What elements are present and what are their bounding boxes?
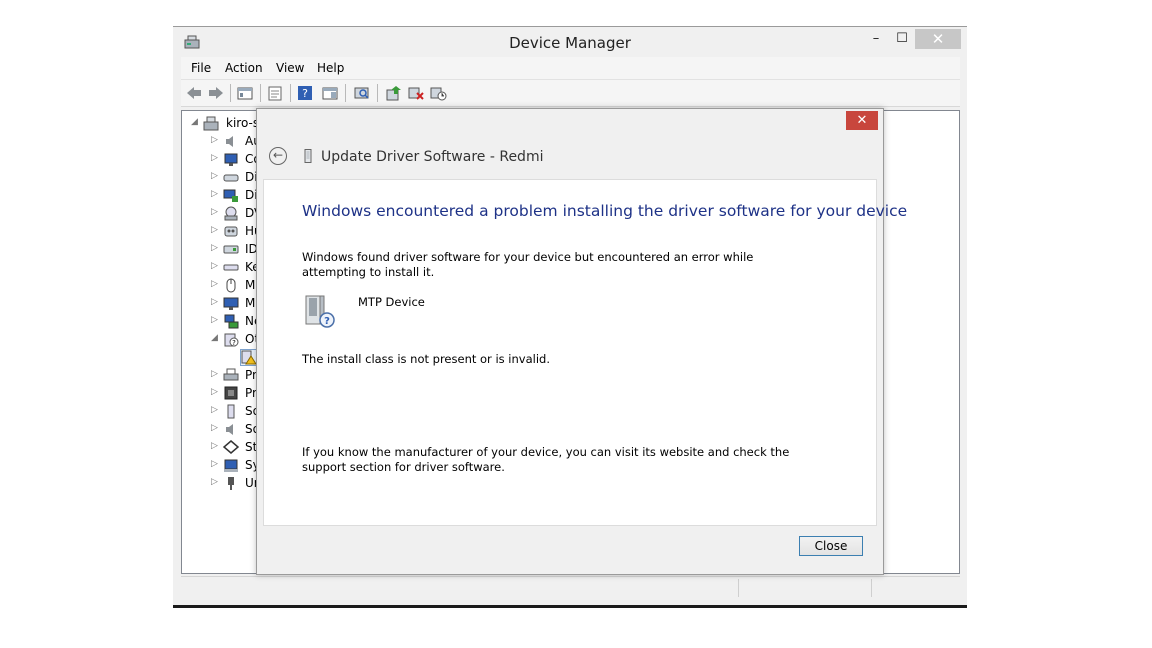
minimize-button[interactable]: –: [865, 29, 887, 49]
expand-arrow-icon[interactable]: ▷: [211, 189, 218, 199]
expand-arrow-icon[interactable]: ▷: [211, 477, 218, 487]
error-heading: Windows encountered a problem installing…: [302, 202, 908, 220]
svg-text:?: ?: [232, 339, 236, 347]
error-detail: The install class is not present or is i…: [302, 352, 550, 366]
expand-arrow-icon[interactable]: ▷: [211, 153, 218, 163]
collapse-arrow-icon[interactable]: ◢: [211, 333, 218, 343]
toolbar-separator: [345, 84, 346, 102]
expand-arrow-icon[interactable]: ▷: [211, 225, 218, 235]
disk-drive-icon: [223, 174, 239, 182]
manufacturer-hint: If you know the manufacturer of your dev…: [302, 445, 790, 474]
dvd-drive-icon: [224, 206, 238, 221]
expand-arrow-icon[interactable]: ▷: [211, 297, 218, 307]
system-device-icon: [224, 459, 238, 472]
expand-arrow-icon[interactable]: ▷: [211, 369, 218, 379]
uninstall-icon[interactable]: [407, 84, 425, 102]
menu-file[interactable]: File: [191, 61, 211, 75]
mtp-device-icon: ?: [305, 295, 335, 328]
expand-arrow-icon[interactable]: ▷: [211, 441, 218, 451]
update-driver-dialog: ✕ ← Update Driver Software - Redmi Windo…: [256, 108, 907, 575]
warning-device-icon: [240, 349, 258, 366]
properties-icon[interactable]: [266, 84, 284, 102]
device-name: MTP Device: [358, 295, 425, 309]
dialog-close-x-button[interactable]: ✕: [846, 111, 878, 130]
close-button[interactable]: Close: [799, 536, 863, 556]
toolbar-separator: [260, 84, 261, 102]
expand-arrow-icon[interactable]: ▷: [211, 207, 218, 217]
usb-controller-icon: [228, 477, 234, 490]
enable-device-icon[interactable]: [429, 84, 447, 102]
update-driver-icon[interactable]: [385, 84, 403, 102]
back-button[interactable]: ←: [269, 147, 287, 165]
expand-arrow-icon[interactable]: ▷: [211, 279, 218, 289]
expand-arrow-icon[interactable]: ▷: [211, 459, 218, 469]
dialog-footer: Close: [263, 527, 877, 567]
dialog-title: Update Driver Software - Redmi: [321, 149, 544, 165]
mouse-icon: [226, 278, 236, 293]
status-separator: [871, 579, 872, 597]
action-pane-icon[interactable]: [321, 84, 339, 102]
ide-controller-icon: [223, 245, 239, 254]
storage-controller-icon: [223, 440, 239, 454]
speaker-icon: [226, 424, 233, 435]
toolbar: ?: [181, 80, 960, 107]
menu-action[interactable]: Action: [225, 61, 263, 75]
expand-arrow-icon[interactable]: ▷: [211, 171, 218, 181]
window-title: Device Manager: [509, 34, 631, 52]
expand-arrow-icon[interactable]: ▷: [211, 387, 218, 397]
menu-help[interactable]: Help: [317, 61, 344, 75]
monitor-icon: [224, 153, 238, 166]
phone-device-icon: [304, 149, 312, 163]
dialog-body: Windows encountered a problem installing…: [263, 179, 907, 526]
processor-icon: [224, 386, 238, 400]
forward-arrow-icon[interactable]: [207, 84, 225, 102]
toolbar-separator: [230, 84, 231, 102]
toolbar-separator: [290, 84, 291, 102]
scan-hardware-icon[interactable]: [353, 84, 371, 102]
unknown-device-icon: ?: [224, 333, 239, 347]
svg-text:?: ?: [324, 316, 330, 327]
status-bar: [181, 576, 960, 599]
computer-icon: [203, 116, 219, 131]
menu-view[interactable]: View: [276, 61, 304, 75]
expand-arrow-icon[interactable]: ▷: [211, 243, 218, 253]
expand-arrow-icon[interactable]: ▷: [211, 135, 218, 145]
menu-bar: File Action View Help: [181, 57, 960, 80]
display-adapter-icon: [223, 189, 238, 202]
title-bar[interactable]: Device Manager – ☐ ✕: [173, 27, 967, 57]
keyboard-icon: [223, 264, 239, 271]
hid-icon: [224, 226, 238, 237]
status-separator: [738, 579, 739, 597]
expand-arrow-icon[interactable]: ▷: [211, 261, 218, 271]
help-icon[interactable]: ?: [296, 84, 314, 102]
expand-arrow-icon[interactable]: ▷: [211, 423, 218, 433]
back-arrow-icon[interactable]: [185, 84, 203, 102]
monitor-icon: [223, 297, 239, 310]
tree-root-label: kiro-s: [226, 116, 260, 130]
show-hide-console-tree-icon[interactable]: [236, 84, 254, 102]
speaker-icon: [226, 136, 233, 147]
network-adapter-icon: [224, 314, 239, 329]
expand-arrow-icon[interactable]: ▷: [211, 405, 218, 415]
printer-icon: [223, 368, 239, 381]
software-device-icon: [227, 404, 235, 419]
close-window-button[interactable]: ✕: [915, 29, 961, 49]
error-description: Windows found driver software for your d…: [302, 250, 754, 279]
toolbar-separator: [377, 84, 378, 102]
maximize-button[interactable]: ☐: [891, 29, 913, 49]
collapse-arrow-icon[interactable]: ◢: [191, 117, 198, 127]
expand-arrow-icon[interactable]: ▷: [211, 315, 218, 325]
svg-text:?: ?: [302, 87, 308, 100]
